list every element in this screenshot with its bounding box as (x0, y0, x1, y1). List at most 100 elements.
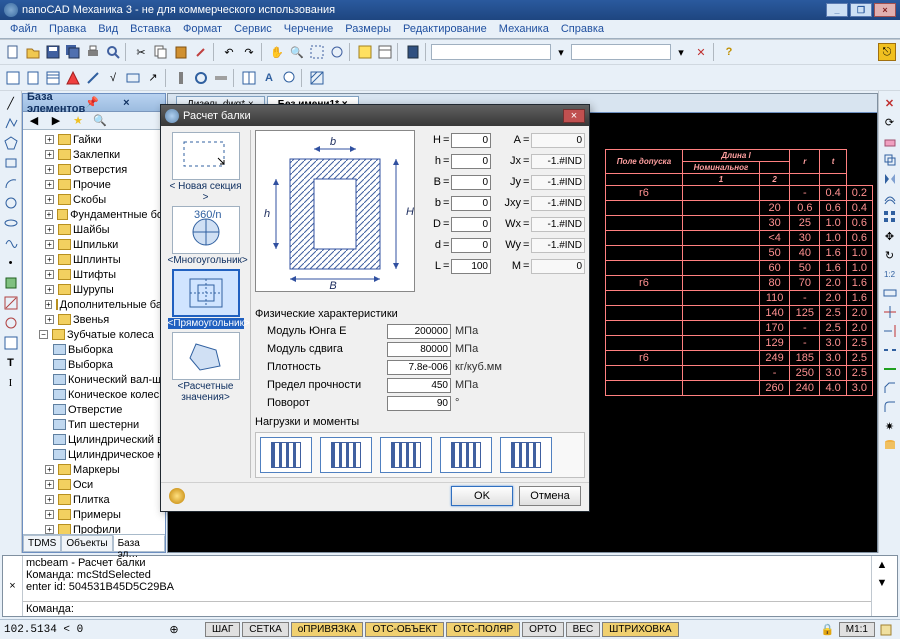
exit-icon[interactable]: ⎋ (878, 43, 896, 61)
mirror-icon[interactable] (881, 170, 899, 188)
phys-input[interactable] (387, 324, 451, 339)
tree-item[interactable]: +Плитка (25, 492, 163, 507)
frame-a4-icon[interactable] (24, 69, 42, 87)
cmd-down-icon[interactable]: ▼ (873, 574, 891, 592)
menu-Редактирование[interactable]: Редактирование (397, 21, 493, 37)
tree-tab[interactable]: База эл… (113, 535, 165, 552)
point-icon[interactable]: • (2, 254, 20, 272)
cut-icon[interactable]: ✂ (132, 43, 150, 61)
tree-expander-icon[interactable]: + (45, 255, 54, 264)
chamfer-icon[interactable] (881, 379, 899, 397)
zoom-window-icon[interactable] (308, 43, 326, 61)
table2-icon[interactable] (2, 334, 20, 352)
tree-expander-icon[interactable]: + (45, 135, 54, 144)
tree-item[interactable]: +Штифты (25, 267, 163, 282)
tree-item[interactable]: Выборка (25, 357, 163, 372)
hatch-icon[interactable] (308, 69, 326, 87)
polygon-icon[interactable] (2, 134, 20, 152)
menu-Правка[interactable]: Правка (43, 21, 92, 37)
status-toggle-ШТРИХОВКА[interactable]: ШТРИХОВКА (602, 622, 678, 637)
section-item[interactable]: <Прямоугольник> (168, 269, 244, 329)
ok-button[interactable]: OK (451, 486, 513, 506)
surface-icon[interactable]: √ (104, 69, 122, 87)
load-distributed[interactable] (320, 437, 372, 473)
tree-item[interactable]: +Шайбы (25, 222, 163, 237)
redo-icon[interactable]: ↷ (240, 43, 258, 61)
phys-input[interactable] (387, 378, 451, 393)
circle-icon[interactable] (2, 194, 20, 212)
param-in-L[interactable] (451, 259, 491, 274)
menu-Файл[interactable]: Файл (4, 21, 43, 37)
section-item[interactable]: 360/n<Многоугольник> (168, 206, 244, 266)
tree-expander-icon[interactable]: + (45, 465, 54, 474)
preview-icon[interactable] (104, 43, 122, 61)
status-toggle-oПРИВЯЗКА[interactable]: oПРИВЯЗКА (291, 622, 364, 637)
param-in-B[interactable] (451, 175, 491, 190)
tree-item[interactable]: +Шплинты (25, 252, 163, 267)
tree-item[interactable]: Выборка (25, 342, 163, 357)
tree-tab[interactable]: TDMS (23, 535, 61, 552)
cmd-close-icon[interactable]: × (3, 556, 23, 616)
status-scale[interactable]: М1:1 (839, 622, 875, 637)
tree-pin-icon[interactable]: 📌 (85, 96, 121, 109)
tree-item[interactable]: +Отверстия (25, 162, 163, 177)
tree-tab[interactable]: Объекты (61, 535, 112, 552)
table-icon[interactable] (240, 69, 258, 87)
region-icon[interactable] (2, 314, 20, 332)
tree-expander-icon[interactable]: + (45, 300, 52, 309)
zoom-realtime-icon[interactable]: 🔍 (288, 43, 306, 61)
tree-expander-icon[interactable]: − (39, 330, 48, 339)
cancel-button[interactable]: Отмена (519, 486, 581, 506)
dialog-bolt-icon[interactable] (169, 488, 185, 504)
tree-expander-icon[interactable]: + (45, 225, 54, 234)
menu-Вставка[interactable]: Вставка (124, 21, 177, 37)
linetype-combo[interactable] (571, 44, 671, 60)
fillet-icon[interactable] (881, 398, 899, 416)
tree-item[interactable]: +Звенья (25, 312, 163, 327)
status-toggle-ОТС-ОБЪЕКТ[interactable]: ОТС-ОБЪЕКТ (365, 622, 444, 637)
leader-icon[interactable]: ↗ (144, 69, 162, 87)
tree-expander-icon[interactable]: + (45, 210, 53, 219)
tree-expander-icon[interactable]: + (45, 240, 54, 249)
status-lock-icon[interactable]: 🔒 (819, 621, 837, 639)
explode-icon[interactable]: ✷ (881, 417, 899, 435)
menu-Черчение[interactable]: Черчение (278, 21, 340, 37)
tree-item[interactable]: +Оси (25, 477, 163, 492)
tree-expander-icon[interactable]: + (45, 315, 54, 324)
regen-icon[interactable] (356, 43, 374, 61)
dialog-close-icon[interactable]: × (563, 109, 585, 123)
status-layers-icon[interactable] (877, 621, 895, 639)
phys-input[interactable] (387, 342, 451, 357)
param-in-H[interactable] (451, 133, 491, 148)
section-item[interactable]: < Новая секция > (168, 132, 244, 203)
text-icon[interactable]: A (260, 69, 278, 87)
phys-input[interactable] (387, 360, 451, 375)
scale-icon[interactable]: 1:2 (881, 265, 899, 283)
tree-expander-icon[interactable]: + (45, 285, 54, 294)
db-icon[interactable] (881, 436, 899, 454)
print-icon[interactable] (84, 43, 102, 61)
load-support[interactable] (440, 437, 492, 473)
polyline-icon[interactable] (2, 114, 20, 132)
welding-icon[interactable] (84, 69, 102, 87)
bolt-icon[interactable] (172, 69, 190, 87)
delete-icon[interactable]: ✕ (692, 43, 710, 61)
properties-icon[interactable] (376, 43, 394, 61)
extend-icon[interactable] (881, 322, 899, 340)
dialog-titlebar[interactable]: Расчет балки × (161, 105, 589, 126)
new-icon[interactable] (4, 43, 22, 61)
load-other[interactable] (500, 437, 552, 473)
tree-item[interactable]: +Скобы (25, 192, 163, 207)
balloon-icon[interactable] (280, 69, 298, 87)
tree-expander-icon[interactable]: + (45, 165, 54, 174)
tree-item[interactable]: −Зубчатые колеса (25, 327, 163, 342)
tree-item[interactable]: Тип шестерни (25, 417, 163, 432)
status-toggle-ШАГ[interactable]: ШАГ (205, 622, 240, 637)
refresh-icon[interactable]: ⟳ (881, 113, 899, 131)
load-moment[interactable] (380, 437, 432, 473)
status-plus-icon[interactable]: ⊕ (165, 621, 183, 639)
menu-Справка[interactable]: Справка (555, 21, 610, 37)
status-toggle-ВЕС[interactable]: ВЕС (566, 622, 601, 637)
help-icon[interactable]: ? (720, 43, 738, 61)
tree-item[interactable]: +Фундаментные бо (25, 207, 163, 222)
